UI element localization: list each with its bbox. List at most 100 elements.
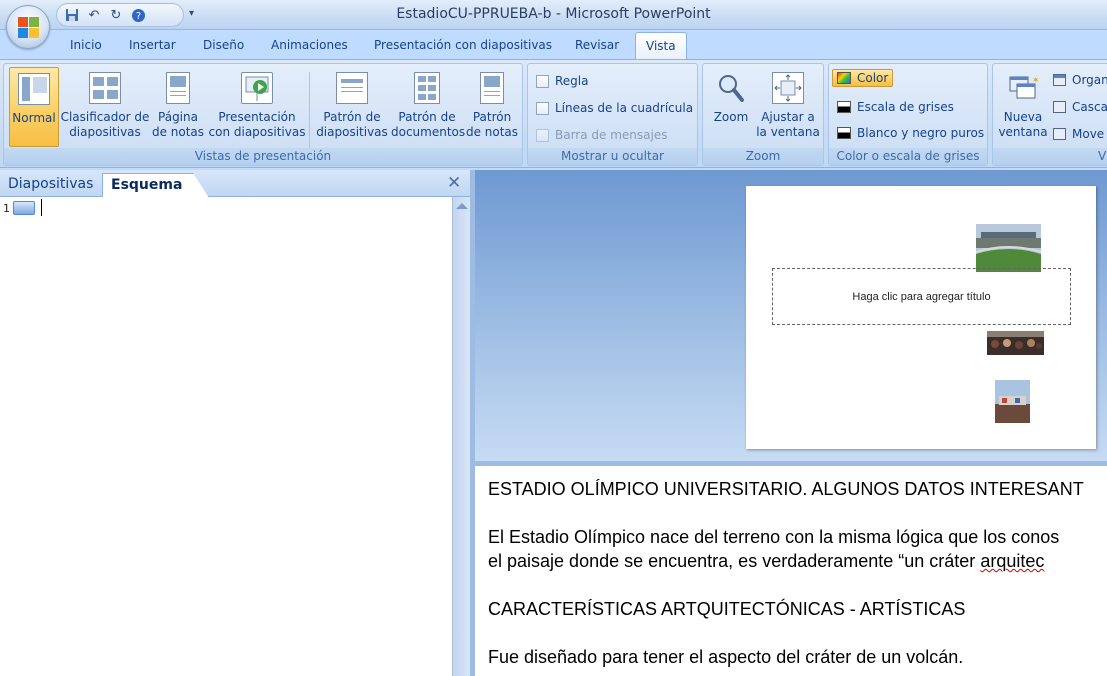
misspelled-word[interactable]: arquitec xyxy=(980,551,1044,571)
handout-master-label-1: Patrón de xyxy=(398,110,456,124)
pane-tabs: Diapositivas Esquema xyxy=(0,170,471,198)
normal-view-icon xyxy=(18,73,50,105)
slide-sorter-label-1: Clasificador de xyxy=(60,110,150,124)
quick-access-toolbar: ↶ ↻ ? xyxy=(56,3,184,27)
office-button[interactable] xyxy=(6,5,50,49)
slide-sorter-icon xyxy=(89,72,121,104)
arrange-label: Organ xyxy=(1072,73,1107,87)
title-placeholder[interactable]: Haga clic para agregar título xyxy=(772,268,1071,325)
notes-line-5: Fue diseñado para tener el aspecto del c… xyxy=(488,647,964,667)
group-vistas-presentacion: Normal Clasificador de diapositivas Pági… xyxy=(3,63,523,166)
gridlines-checkbox[interactable] xyxy=(536,101,549,115)
notes-line-2: El Estadio Olímpico nace del terreno con… xyxy=(488,527,1060,547)
tab-vista[interactable]: Vista xyxy=(635,32,687,61)
outline-pane[interactable]: 1 xyxy=(0,197,452,676)
text-cursor xyxy=(41,199,42,216)
message-bar-label: Barra de mensajes xyxy=(555,128,668,142)
tab-presentacion[interactable]: Presentación con diapositivas xyxy=(374,38,552,52)
cascade-label: Casca xyxy=(1072,100,1107,114)
slide-icon[interactable] xyxy=(13,201,35,215)
outline-scrollbar[interactable] xyxy=(452,197,470,676)
notes-line-subheading: CARACTERÍSTICAS ARTQUITECTÓNICAS - ARTÍS… xyxy=(488,599,966,619)
grayscale-icon xyxy=(837,101,851,113)
notes-pane[interactable]: ESTADIO OLÍMPICO UNIVERSITARIO. ALGUNOS … xyxy=(475,466,1107,676)
slide-master-button[interactable]: Patrón de diapositivas xyxy=(314,67,390,147)
message-bar-checkbox xyxy=(536,128,549,142)
notes-master-label-1: Patrón xyxy=(472,110,512,124)
new-window-button[interactable]: ✶ Nueva ventana xyxy=(997,67,1049,147)
gridlines-checkbox-row[interactable]: Líneas de la cuadrícula xyxy=(536,101,693,115)
ribbon-tabs: Inicio Insertar Diseño Animaciones Prese… xyxy=(0,30,1107,61)
fit-window-button[interactable]: Ajustar a la ventana xyxy=(755,67,821,147)
tab-esquema[interactable]: Esquema xyxy=(102,173,209,198)
save-icon[interactable] xyxy=(63,6,81,24)
black-white-label: Blanco y negro puros xyxy=(857,126,985,140)
slide-canvas[interactable]: Haga clic para agregar título xyxy=(746,186,1096,449)
new-window-label-1: Nueva xyxy=(1003,110,1043,124)
group-zoom: Zoom Ajustar a la ventana Zoom xyxy=(702,63,824,166)
slide-editing-area: Haga clic para agregar título xyxy=(475,170,1107,461)
zoom-label: Zoom xyxy=(713,110,749,124)
move-split-button[interactable]: Move xyxy=(1053,127,1104,141)
move-split-label: Move xyxy=(1072,127,1105,141)
redo-icon[interactable]: ↻ xyxy=(107,6,125,24)
notes-master-label-2: de notas xyxy=(465,125,519,139)
color-button[interactable]: Color xyxy=(832,69,894,87)
color-icon xyxy=(837,72,851,84)
arrange-icon xyxy=(1053,74,1066,86)
ruler-checkbox-row[interactable]: Regla xyxy=(536,74,589,88)
tab-animaciones[interactable]: Animaciones xyxy=(271,38,348,52)
group-label-color: Color o escala de grises xyxy=(829,148,987,165)
slideshow-label-1: Presentación xyxy=(218,110,296,124)
customize-toolbar-icon[interactable]: ▾ xyxy=(189,8,194,19)
slide-master-icon xyxy=(336,72,368,104)
notes-line-3-text: el paisaje donde se encuentra, es verdad… xyxy=(488,551,981,571)
close-icon[interactable]: ✕ xyxy=(447,173,461,193)
slide-number: 1 xyxy=(3,202,10,215)
fit-window-icon xyxy=(772,72,804,104)
arrange-all-button[interactable]: Organ xyxy=(1053,73,1107,87)
magnifier-icon xyxy=(715,72,747,104)
stadium-photo-3[interactable] xyxy=(995,380,1030,423)
notes-master-icon xyxy=(480,72,504,104)
ribbon: Normal Clasificador de diapositivas Pági… xyxy=(0,59,1107,168)
slide-master-label-1: Patrón de xyxy=(323,110,381,124)
notes-page-label-1: Página xyxy=(158,110,198,124)
slide-sorter-button[interactable]: Clasificador de diapositivas xyxy=(60,67,150,147)
tab-insertar[interactable]: Insertar xyxy=(129,38,176,52)
scroll-up-icon[interactable] xyxy=(456,203,468,209)
group-ventana: ✶ Nueva ventana Organ Casca Move V xyxy=(992,63,1107,166)
svg-text:?: ? xyxy=(135,11,140,22)
handout-master-icon xyxy=(414,72,440,104)
undo-icon[interactable]: ↶ xyxy=(85,6,103,24)
new-window-icon: ✶ xyxy=(1007,72,1040,104)
notes-master-button[interactable]: Patrón de notas xyxy=(464,67,520,147)
group-label-vistas: Vistas de presentación xyxy=(4,148,522,165)
normal-view-button[interactable]: Normal xyxy=(9,67,59,147)
grayscale-button[interactable]: Escala de grises xyxy=(837,100,954,114)
tab-revisar[interactable]: Revisar xyxy=(575,38,619,52)
zoom-button[interactable]: Zoom xyxy=(708,67,754,147)
notes-line-3: el paisaje donde se encuentra, es verdad… xyxy=(488,551,1044,572)
slide-master-label-2: diapositivas xyxy=(316,125,388,139)
stadium-photo-1[interactable] xyxy=(976,224,1041,272)
cascade-button[interactable]: Casca xyxy=(1053,100,1107,114)
handout-master-button[interactable]: Patrón de documentos xyxy=(391,67,465,147)
black-white-icon xyxy=(837,127,851,139)
office-logo-icon xyxy=(18,17,40,39)
notes-page-button[interactable]: Página de notas xyxy=(150,67,206,147)
slideshow-button[interactable]: Presentación con diapositivas xyxy=(207,67,307,147)
ruler-checkbox[interactable] xyxy=(536,74,549,88)
grayscale-label: Escala de grises xyxy=(857,100,954,114)
tab-inicio[interactable]: Inicio xyxy=(70,38,102,52)
slideshow-icon xyxy=(241,72,273,104)
tab-diapositivas[interactable]: Diapositivas xyxy=(0,173,101,197)
move-split-icon xyxy=(1053,128,1066,140)
cascade-icon xyxy=(1053,101,1066,113)
tab-diseno[interactable]: Diseño xyxy=(203,38,244,52)
help-icon[interactable]: ? xyxy=(129,6,147,24)
stadium-photo-2[interactable] xyxy=(987,331,1044,355)
svg-text:✶: ✶ xyxy=(1032,76,1039,86)
group-label-ventana: V xyxy=(993,148,1107,165)
black-white-button[interactable]: Blanco y negro puros xyxy=(837,126,984,140)
